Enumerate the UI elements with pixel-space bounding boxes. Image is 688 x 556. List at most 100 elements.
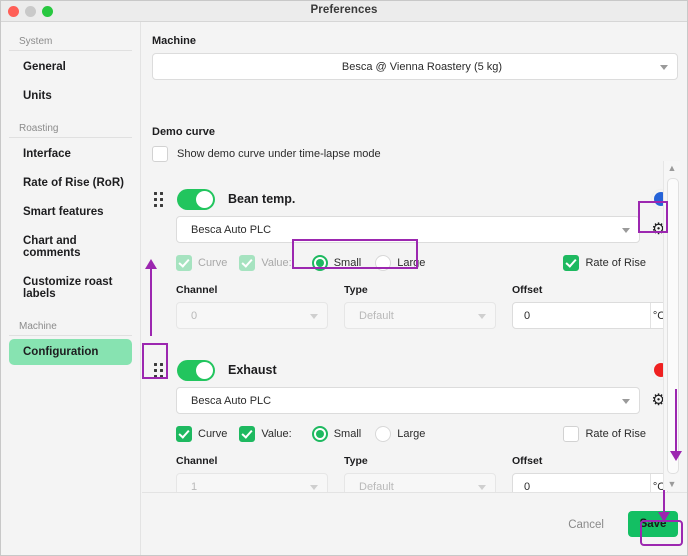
sidebar-item-customize-roast-labels[interactable]: Customize roast labels	[9, 269, 132, 307]
type-field-label: Type	[344, 455, 368, 467]
channel-field: Channel 0	[176, 284, 328, 329]
channel-list: Bean temp. Besca Auto PLC ⚙ Curve Value:…	[150, 182, 668, 512]
sidebar-item-rate-of-rise[interactable]: Rate of Rise (RoR)	[9, 170, 132, 196]
curve-checkbox[interactable]	[176, 426, 192, 442]
scroll-down-arrow-icon[interactable]: ▼	[664, 477, 680, 491]
rate-of-rise-checkbox[interactable]	[563, 255, 580, 271]
machine-section: Machine Besca @ Vienna Roastery (5 kg)	[152, 35, 678, 80]
sidebar-item-interface[interactable]: Interface	[9, 141, 132, 167]
offset-input[interactable]	[513, 303, 650, 328]
offset-field-label: Offset	[512, 455, 543, 467]
preferences-window: Preferences System General Units Roastin…	[0, 0, 688, 556]
curve-label: Curve	[198, 428, 228, 440]
curve-checkbox[interactable]	[176, 255, 192, 271]
type-field-value: Default	[359, 309, 394, 322]
chevron-down-icon	[622, 398, 630, 404]
value-checkbox[interactable]	[239, 426, 256, 442]
demo-curve-label: Demo curve	[152, 126, 215, 138]
sidebar-item-general[interactable]: General	[9, 54, 132, 80]
size-large-option[interactable]: Large	[375, 426, 425, 442]
type-field-value: Default	[359, 480, 394, 493]
size-small-label: Small	[333, 257, 362, 269]
channel-enable-toggle[interactable]	[177, 359, 215, 381]
channel-device-row: Besca Auto PLC ⚙	[150, 216, 668, 243]
channel-name: Bean temp.	[228, 192, 296, 206]
demo-curve-row[interactable]: Show demo curve under time-lapse mode	[152, 146, 552, 162]
sidebar-group-roasting: Roasting	[9, 123, 132, 138]
sidebar: System General Units Roasting Interface …	[1, 22, 141, 555]
save-button[interactable]: Save	[628, 511, 678, 537]
channel-header: Exhaust	[150, 353, 668, 387]
channel-field-label: Channel	[176, 284, 218, 296]
demo-curve-checkbox[interactable]	[152, 146, 168, 162]
offset-field-label: Offset	[512, 284, 543, 296]
channel-device-select[interactable]: Besca Auto PLC	[176, 216, 640, 243]
drag-handle-icon[interactable]	[154, 363, 167, 378]
channel-field-value: 1	[191, 480, 198, 493]
chevron-down-icon	[310, 313, 318, 319]
chevron-down-icon	[660, 64, 668, 70]
channel-options-row: Curve Value: Small Large Rate of Rise	[150, 252, 668, 274]
size-large-radio[interactable]	[375, 255, 392, 271]
value-option[interactable]: Value:	[239, 255, 292, 271]
rate-of-rise-label: Rate of Rise	[585, 257, 646, 269]
title-bar: Preferences	[1, 1, 687, 22]
channel-device-select[interactable]: Besca Auto PLC	[176, 387, 640, 414]
chevron-down-icon	[310, 484, 318, 490]
rate-of-rise-option[interactable]: Rate of Rise	[563, 255, 646, 271]
scroll-up-arrow-icon[interactable]: ▲	[664, 161, 680, 175]
machine-select[interactable]: Besca @ Vienna Roastery (5 kg)	[152, 53, 678, 80]
channel-field-value: 0	[191, 309, 198, 322]
size-small-label: Small	[333, 428, 362, 440]
offset-input-wrap[interactable]: °C	[512, 302, 668, 329]
rate-of-rise-checkbox[interactable]	[563, 426, 580, 442]
drag-handle-icon[interactable]	[154, 192, 167, 207]
sidebar-item-units[interactable]: Units	[9, 83, 132, 109]
channel-field-label: Channel	[176, 455, 218, 467]
channel-block-exhaust: Exhaust Besca Auto PLC ⚙ Curve Value: Sm…	[150, 353, 668, 500]
curve-label: Curve	[198, 257, 228, 269]
machine-select-value: Besca @ Vienna Roastery (5 kg)	[341, 60, 503, 73]
size-large-radio[interactable]	[375, 426, 392, 442]
value-label: Value:	[261, 257, 292, 269]
channel-options-row: Curve Value: Small Large Rate of Rise	[150, 423, 668, 445]
sidebar-item-configuration[interactable]: Configuration	[9, 339, 132, 365]
demo-curve-checkbox-label: Show demo curve under time-lapse mode	[177, 148, 381, 160]
type-field-label: Type	[344, 284, 368, 296]
chevron-down-icon	[622, 227, 630, 233]
chevron-down-icon	[478, 484, 486, 490]
channel-device-value: Besca Auto PLC	[191, 394, 272, 407]
channel-fields-row: Channel 0 Type Default Offset 0 °C	[150, 284, 668, 329]
dialog-footer: Cancel Save	[142, 492, 687, 555]
cancel-button[interactable]: Cancel	[562, 518, 610, 532]
size-small-option[interactable]: Small	[311, 255, 362, 271]
curve-option[interactable]: Curve	[176, 426, 227, 442]
rate-of-rise-label: Rate of Rise	[585, 428, 646, 440]
sidebar-item-smart-features[interactable]: Smart features	[9, 199, 132, 225]
machine-label: Machine	[152, 35, 197, 47]
value-checkbox[interactable]	[239, 255, 256, 271]
sidebar-group-system: System	[9, 36, 132, 51]
size-small-radio[interactable]	[311, 426, 328, 442]
value-option[interactable]: Value:	[239, 426, 292, 442]
channel-enable-toggle[interactable]	[177, 188, 215, 210]
content-pane: Machine Besca @ Vienna Roastery (5 kg) D…	[142, 22, 687, 555]
value-label: Value:	[261, 428, 292, 440]
scrollbar-thumb[interactable]	[667, 178, 679, 474]
channel-device-value: Besca Auto PLC	[191, 223, 272, 236]
channel-name: Exhaust	[228, 363, 277, 377]
size-small-option[interactable]: Small	[311, 426, 362, 442]
size-large-label: Large	[397, 428, 426, 440]
window-title: Preferences	[310, 4, 378, 16]
channel-header: Bean temp.	[150, 182, 668, 216]
size-small-radio[interactable]	[311, 255, 328, 271]
sidebar-item-chart-and-comments[interactable]: Chart and comments	[9, 228, 132, 266]
sidebar-group-machine: Machine	[9, 321, 132, 336]
vertical-scrollbar[interactable]: ▲ ▼	[663, 161, 680, 491]
curve-option[interactable]: Curve	[176, 255, 227, 271]
demo-curve-section: Demo curve Show demo curve under time-la…	[152, 126, 552, 162]
type-field-select: Default	[344, 302, 496, 329]
size-large-option[interactable]: Large	[375, 255, 425, 271]
rate-of-rise-option[interactable]: Rate of Rise	[563, 426, 646, 442]
channel-field-select: 0	[176, 302, 328, 329]
